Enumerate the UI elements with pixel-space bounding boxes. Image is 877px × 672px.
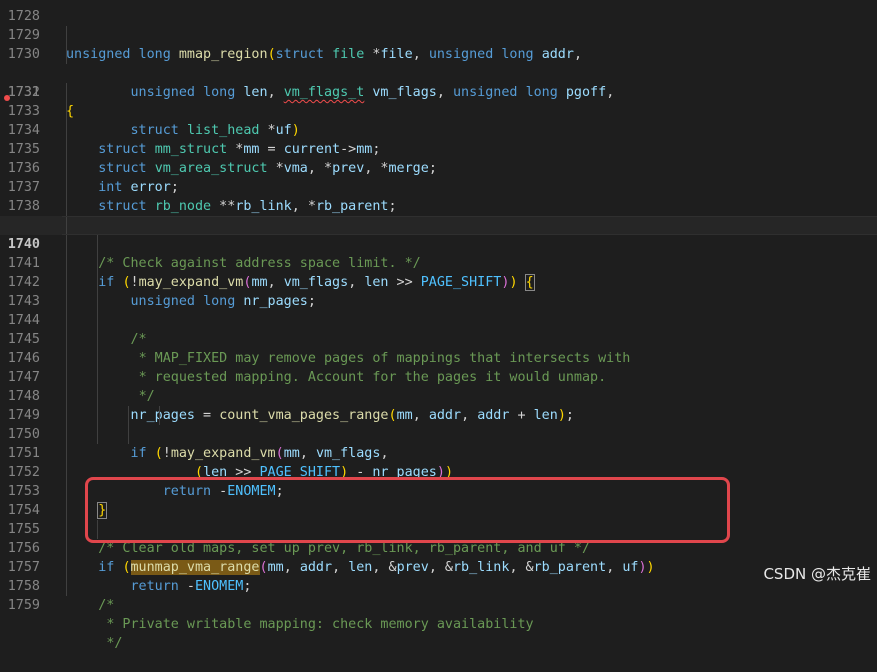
code-line[interactable]: 1731 struct list_head *uf) [0,45,877,138]
code-line[interactable]: 1749 if (!may_expand_vm(mm, vm_flags, [0,387,877,461]
code-line[interactable]: 1745 * requested mapping. Account for th… [0,311,877,385]
code-line[interactable]: 1748 [0,368,877,404]
code-line[interactable]: 1751 return -ENOMEM; [0,425,877,499]
code-line[interactable]: 1728 [0,0,877,24]
code-line[interactable]: 1734 struct vm_area_struct *vma, *prev, … [0,102,877,176]
code-line[interactable]: 1737 unsigned long charged = 0; [0,159,877,233]
code-line[interactable]: 1746 */ [0,330,877,404]
code-line[interactable]: 1730 unsigned long len, vm_flags_t vm_fl… [0,26,877,100]
code-line[interactable]: 1759 */ [0,577,877,651]
code-line[interactable]: 1752 } [0,444,877,519]
watermark: CSDN @杰克崔 [763,565,871,583]
code-line[interactable]: 1750 (len >> PAGE_SHIFT) - nr_pages)) [0,406,877,480]
code-line[interactable]: 1729 unsigned long mmap_region(struct fi… [0,7,877,62]
code-line[interactable]: 1747 nr_pages = count_vma_pages_range(mm… [0,349,877,423]
code-line[interactable]: 1744 * MAP_FIXED may remove pages of map… [0,292,877,366]
code-line[interactable]: 1738 [0,178,877,214]
code-line[interactable]: 1758 * Private writable mapping: check m… [0,558,877,632]
code-line[interactable]: 1736 struct rb_node **rb_link, *rb_paren… [0,140,877,214]
line-code: /* [98,598,115,613]
code-line[interactable]: 1739 /* Check against address space limi… [0,197,877,271]
code-line[interactable]: 1732 { [0,64,877,119]
line-code: * Private writable mapping: check memory… [106,617,534,632]
line-number: 1759 [7,598,40,613]
code-line[interactable]: 1733 struct mm_struct *mm = current->mm; [0,83,877,157]
code-line[interactable]: 1735 int error; [0,121,877,195]
line-code: */ [106,636,123,651]
code-line[interactable]: 1743 /* [0,273,877,347]
code-line[interactable]: 1742 [0,254,877,290]
code-line-current[interactable]: 1740 if (!may_expand_vm(mm, vm_flags, le… [0,216,877,291]
annotation-highlight-box [85,477,730,543]
code-line[interactable]: 1741 unsigned long nr_pages; [0,235,877,309]
